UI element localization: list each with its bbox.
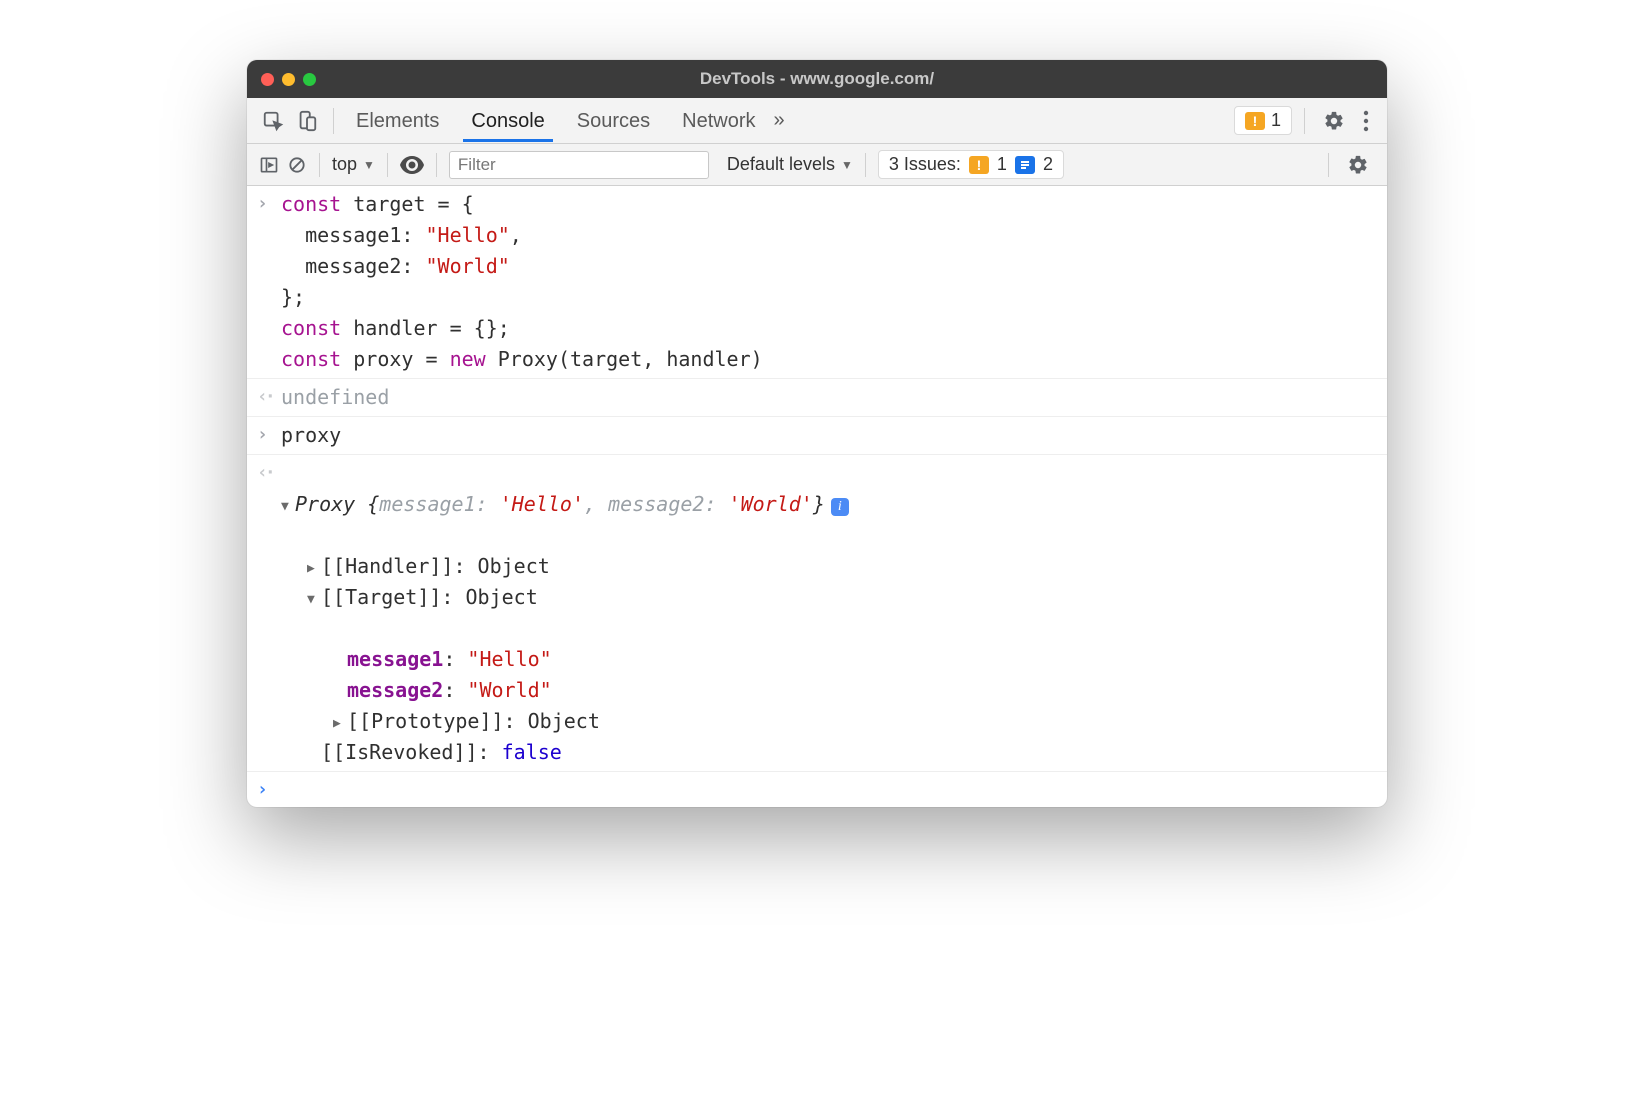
- disclosure-triangle-icon[interactable]: [333, 714, 347, 734]
- issues-warn-count: 1: [997, 154, 1007, 175]
- toolbar-divider: [387, 153, 388, 177]
- console-input-field[interactable]: [281, 775, 1377, 804]
- warning-icon: !: [969, 156, 989, 174]
- console-prompt-row[interactable]: [247, 772, 1387, 807]
- disclosure-triangle-icon[interactable]: [307, 559, 321, 579]
- clear-console-icon[interactable]: [287, 155, 307, 175]
- window-controls: [261, 73, 316, 86]
- issues-label: 3 Issues:: [889, 154, 961, 175]
- device-toggle-icon[interactable]: [293, 107, 321, 135]
- console-toolbar: top ▼ Default levels ▼ 3 Issues: ! 1 2: [247, 144, 1387, 186]
- console-input-row: proxy: [247, 417, 1387, 455]
- console-output-row: Proxy {message1: 'Hello', message2: 'Wor…: [247, 455, 1387, 772]
- warning-count: 1: [1271, 110, 1281, 131]
- close-window-button[interactable]: [261, 73, 274, 86]
- disclosure-triangle-icon[interactable]: [281, 497, 295, 517]
- issues-indicator[interactable]: 3 Issues: ! 1 2: [878, 150, 1064, 179]
- toolbar-divider: [436, 153, 437, 177]
- console-settings-button[interactable]: [1341, 150, 1375, 180]
- more-options-button[interactable]: [1357, 106, 1375, 136]
- warnings-indicator[interactable]: ! 1: [1234, 106, 1292, 135]
- more-tabs-button[interactable]: »: [774, 109, 785, 132]
- levels-label: Default levels: [727, 154, 835, 175]
- chevron-down-icon: ▼: [841, 158, 853, 172]
- console-input-row: const target = { message1: "Hello", mess…: [247, 186, 1387, 379]
- devtools-window: DevTools - www.google.com/ Elements Cons…: [247, 60, 1387, 807]
- issues-info-count: 2: [1043, 154, 1053, 175]
- toolbar-divider: [1304, 108, 1305, 134]
- tab-network[interactable]: Network: [680, 100, 757, 141]
- console-output-row: undefined: [247, 379, 1387, 417]
- toolbar-divider: [319, 153, 320, 177]
- prompt-marker-icon: [257, 775, 281, 804]
- maximize-window-button[interactable]: [303, 73, 316, 86]
- info-icon: [1015, 156, 1035, 174]
- window-title: DevTools - www.google.com/: [247, 69, 1387, 89]
- toolbar-divider: [865, 153, 866, 177]
- toggle-sidebar-icon[interactable]: [259, 155, 279, 175]
- input-marker-icon: [257, 420, 281, 451]
- execution-context-selector[interactable]: top ▼: [332, 154, 375, 175]
- tab-elements[interactable]: Elements: [354, 100, 441, 141]
- panel-tabs: Elements Console Sources Network: [354, 100, 758, 141]
- minimize-window-button[interactable]: [282, 73, 295, 86]
- tab-console[interactable]: Console: [469, 100, 546, 141]
- warning-icon: !: [1245, 112, 1265, 130]
- live-expression-icon[interactable]: [400, 156, 424, 174]
- input-marker-icon: [257, 189, 281, 375]
- toolbar-divider: [1328, 153, 1329, 177]
- titlebar: DevTools - www.google.com/: [247, 60, 1387, 98]
- filter-input[interactable]: [449, 151, 709, 179]
- code-input: proxy: [281, 420, 1377, 451]
- main-toolbar: Elements Console Sources Network » ! 1: [247, 98, 1387, 144]
- return-value: undefined: [281, 382, 1377, 413]
- settings-button[interactable]: [1317, 106, 1351, 136]
- chevron-down-icon: ▼: [363, 158, 375, 172]
- output-marker-icon: [257, 458, 281, 768]
- toolbar-divider: [333, 108, 334, 134]
- log-levels-selector[interactable]: Default levels ▼: [727, 154, 853, 175]
- info-icon[interactable]: i: [831, 498, 849, 516]
- tab-sources[interactable]: Sources: [575, 100, 652, 141]
- output-marker-icon: [257, 382, 281, 413]
- context-label: top: [332, 154, 357, 175]
- object-tree: Proxy {message1: 'Hello', message2: 'Wor…: [281, 458, 1377, 768]
- disclosure-triangle-icon[interactable]: [307, 590, 321, 610]
- inspect-element-icon[interactable]: [259, 107, 287, 135]
- code-input: const target = { message1: "Hello", mess…: [281, 189, 1377, 375]
- console-output: const target = { message1: "Hello", mess…: [247, 186, 1387, 807]
